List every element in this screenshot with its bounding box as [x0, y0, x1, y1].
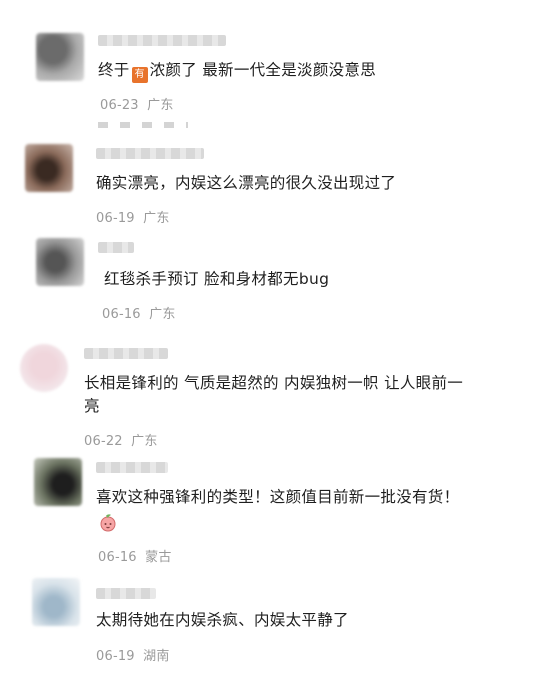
- comment-text: 太期待她在内娱杀疯、内娱太平静了: [96, 611, 349, 629]
- username[interactable]: [84, 348, 168, 359]
- username[interactable]: [98, 242, 134, 253]
- comment-text: 长相是锋利的 气质是超然的 内娱独树一帜 让人眼前一 亮: [84, 372, 504, 418]
- comment-location: 蒙古: [145, 550, 172, 565]
- comment-date: 06-19: [96, 211, 135, 226]
- comment-date: 06-16: [102, 307, 141, 322]
- comment-text: 红毯杀手预订 脸和身材都无bug: [104, 270, 330, 288]
- comment-meta: 06-16 蒙古: [98, 546, 172, 565]
- comment-text: 喜欢这种强锋利的类型！这颜值目前新一批没有货！: [96, 488, 460, 506]
- truncated-line: [98, 122, 188, 128]
- peach-emoji-icon: [98, 513, 118, 533]
- comment-location: 湖南: [143, 649, 170, 664]
- username[interactable]: [96, 462, 168, 473]
- comment-text-before: 终于: [98, 61, 130, 79]
- avatar[interactable]: [25, 144, 73, 192]
- comment-location: 广东: [147, 98, 174, 113]
- comment-location: 广东: [149, 307, 176, 322]
- comment-meta: 06-23 广东: [100, 94, 174, 113]
- avatar[interactable]: [36, 33, 84, 81]
- avatar[interactable]: [36, 238, 84, 286]
- comment-location: 广东: [131, 434, 158, 449]
- comment-meta: 06-16 广东: [102, 303, 176, 322]
- comment-text-line1: 长相是锋利的 气质是超然的 内娱独树一帜 让人眼前一: [84, 374, 464, 392]
- username[interactable]: [96, 588, 156, 599]
- comment-text: 确实漂亮，内娱这么漂亮的很久没出现过了: [96, 174, 397, 192]
- comment-date: 06-22: [84, 434, 123, 449]
- username[interactable]: [96, 148, 204, 159]
- comment-meta: 06-22 广东: [84, 430, 158, 449]
- comment-date: 06-19: [96, 649, 135, 664]
- comment-meta: 06-19 广东: [96, 207, 170, 226]
- avatar[interactable]: [34, 458, 82, 506]
- badge-icon: 有: [131, 67, 148, 83]
- comment-text-after: 浓颜了 最新一代全是淡颜没意思: [149, 61, 377, 79]
- comment-meta: 06-19 湖南: [96, 645, 170, 664]
- comment-location: 广东: [143, 211, 170, 226]
- username[interactable]: [98, 35, 226, 46]
- avatar[interactable]: [20, 344, 68, 392]
- avatar[interactable]: [32, 578, 80, 626]
- comment-text: 终于有浓颜了 最新一代全是淡颜没意思: [98, 59, 376, 83]
- comment-date: 06-23: [100, 98, 139, 113]
- comment-date: 06-16: [98, 550, 137, 565]
- comment-text-line2: 亮: [84, 397, 100, 415]
